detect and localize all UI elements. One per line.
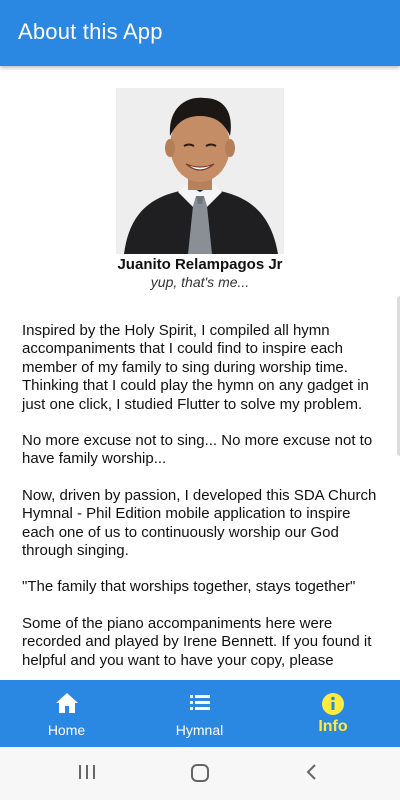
nav-item-info[interactable]: Info (266, 680, 400, 747)
home-circle-icon[interactable] (189, 763, 211, 788)
page-title: About this App (18, 19, 163, 44)
bottom-navigation: Home Hymnal Info (0, 680, 400, 747)
nav-label-info: Info (318, 718, 348, 735)
nav-item-hymnal[interactable]: Hymnal (133, 680, 266, 747)
about-paragraph: Inspired by the Holy Spirit, I compiled … (22, 322, 369, 413)
system-navigation-bar (0, 747, 400, 800)
nav-label-home: Home (47, 722, 86, 738)
about-text: Inspired by the Holy Spirit, I compiled … (22, 322, 382, 680)
about-paragraph: Some of the piano accompaniments here we… (22, 614, 372, 669)
author-caption: yup, that's me... (150, 274, 250, 290)
list-icon (188, 692, 212, 717)
about-content[interactable]: Juanito Relampagos Jr yup, that's me... … (0, 66, 400, 680)
nav-label-hymnal: Hymnal (175, 722, 224, 738)
about-paragraph: No more excuse not to sing... No more ex… (22, 432, 373, 468)
back-icon[interactable] (304, 763, 320, 786)
recent-apps-icon[interactable] (77, 763, 97, 786)
info-icon (321, 692, 345, 721)
author-name: Juanito Relampagos Jr (117, 256, 283, 273)
app-bar: About this App (0, 0, 400, 66)
about-paragraph: "The family that worships together, stay… (22, 578, 356, 596)
home-icon (55, 692, 79, 719)
person-portrait-image (116, 88, 284, 254)
nav-item-home[interactable]: Home (0, 680, 133, 747)
profile-photo (116, 88, 284, 254)
about-paragraph: Now, driven by passion, I developed this… (22, 486, 377, 560)
